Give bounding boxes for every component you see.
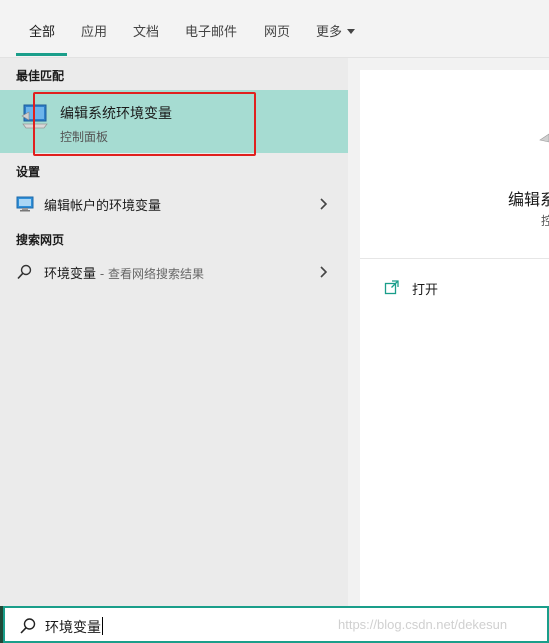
section-best-match: 最佳匹配 xyxy=(16,69,65,83)
tab-more-label: 更多 xyxy=(316,25,343,40)
preview-panel: 编辑系 控 打开 xyxy=(348,58,549,606)
best-match-subtitle: 控制面板 xyxy=(60,130,109,144)
search-tabs: 全部 应用 文档 电子邮件 网页 更多 xyxy=(0,0,549,58)
section-search-web: 搜索网页 xyxy=(16,233,65,247)
search-icon xyxy=(20,618,36,634)
preview-divider xyxy=(360,258,549,259)
search-input[interactable]: 环境变量 xyxy=(45,617,103,637)
settings-monitor-icon xyxy=(16,196,34,212)
search-value: 环境变量 xyxy=(45,620,101,636)
web-search-label: 环境变量 - 查看网络搜索结果 xyxy=(44,263,204,282)
tab-web[interactable]: 网页 xyxy=(264,21,290,40)
web-search-item[interactable]: 环境变量 - 查看网络搜索结果 xyxy=(0,256,348,288)
text-cursor xyxy=(102,617,103,635)
open-icon xyxy=(384,280,399,295)
tab-more[interactable]: 更多 xyxy=(316,21,356,40)
tab-documents[interactable]: 文档 xyxy=(133,21,159,40)
settings-item-label: 编辑帐户的环境变量 xyxy=(44,199,162,214)
preview-title: 编辑系 xyxy=(508,190,549,209)
tab-all[interactable]: 全部 xyxy=(29,21,55,40)
tab-apps[interactable]: 应用 xyxy=(81,21,107,40)
best-match-item[interactable]: 编辑系统环境变量 控制面板 xyxy=(0,90,348,153)
app-large-icon xyxy=(539,133,549,143)
chevron-right-icon xyxy=(320,266,328,278)
chevron-right-icon xyxy=(320,198,328,210)
section-settings: 设置 xyxy=(16,165,41,179)
search-icon xyxy=(17,264,32,280)
preview-subtitle: 控 xyxy=(541,214,549,228)
search-box[interactable]: 环境变量 https://blog.csdn.net/dekesun xyxy=(3,606,549,643)
preview-card: 编辑系 控 打开 xyxy=(360,70,549,606)
active-tab-indicator xyxy=(16,53,67,56)
watermark: https://blog.csdn.net/dekesun xyxy=(338,617,508,632)
web-search-query: 环境变量 xyxy=(44,267,97,282)
results-panel: 最佳匹配 编辑系统环境变量 控制面板 设置 编辑帐户的环境变量 搜索网页 环境变… xyxy=(0,58,348,606)
monitor-icon xyxy=(21,104,48,129)
settings-item-user-env[interactable]: 编辑帐户的环境变量 xyxy=(0,188,348,220)
open-label: 打开 xyxy=(412,283,439,298)
chevron-down-icon xyxy=(347,29,356,34)
best-match-title: 编辑系统环境变量 xyxy=(60,106,172,122)
web-search-hint: - 查看网络搜索结果 xyxy=(96,267,204,281)
tab-email[interactable]: 电子邮件 xyxy=(185,21,237,40)
